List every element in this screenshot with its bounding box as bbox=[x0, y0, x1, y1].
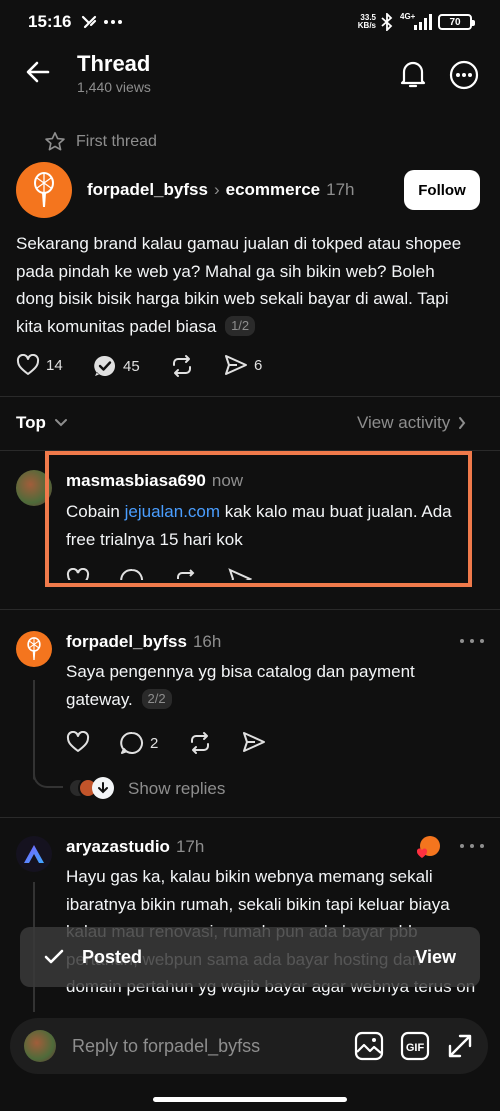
like-button[interactable] bbox=[66, 731, 90, 753]
share-button[interactable] bbox=[242, 731, 266, 753]
repost-icon bbox=[191, 732, 209, 754]
reply-author-line: aryazastudio 17h bbox=[66, 837, 204, 857]
divider bbox=[0, 396, 500, 397]
comment-icon bbox=[120, 731, 143, 754]
reply-text: Saya pengennya yg bisa catalog dan payme… bbox=[66, 662, 415, 709]
reply-input[interactable]: Reply to forpadel_byfss bbox=[72, 1036, 354, 1057]
reply-button[interactable]: 45 bbox=[93, 354, 140, 378]
chevron-right-icon: › bbox=[213, 180, 220, 199]
follow-button[interactable]: Follow bbox=[404, 170, 480, 210]
post-author-line: forpadel_byfss › ecommerce 17h bbox=[87, 180, 355, 200]
repost-icon bbox=[173, 355, 191, 377]
reply-time: 17h bbox=[175, 837, 205, 856]
reply-avatar[interactable] bbox=[16, 836, 52, 872]
reply-composer[interactable]: Reply to forpadel_byfss GIF bbox=[10, 1018, 488, 1074]
divider bbox=[0, 609, 500, 610]
reply-button[interactable]: 2 bbox=[120, 731, 158, 755]
gif-icon[interactable]: GIF bbox=[400, 1031, 430, 1061]
heart-icon bbox=[16, 354, 40, 375]
reply-username[interactable]: aryazastudio bbox=[66, 837, 170, 856]
reply-pager: 2/2 bbox=[141, 688, 172, 709]
community-link[interactable]: ecommerce bbox=[226, 180, 321, 199]
reply-author-line: forpadel_byfss 16h bbox=[66, 632, 221, 652]
page-title: Thread bbox=[77, 51, 151, 76]
sort-dropdown[interactable]: Top bbox=[16, 413, 68, 433]
arrow-down-icon bbox=[92, 777, 114, 799]
more-options-icon[interactable] bbox=[449, 60, 479, 90]
sort-label: Top bbox=[16, 413, 46, 432]
chevron-down-icon bbox=[54, 419, 67, 427]
show-replies-avatars[interactable] bbox=[68, 777, 116, 799]
battery-indicator: 70 bbox=[438, 14, 475, 30]
reply-avatar[interactable] bbox=[16, 631, 52, 667]
thread-curve bbox=[33, 750, 63, 788]
more-notifications-icon bbox=[104, 20, 122, 24]
like-count: 14 bbox=[46, 356, 63, 374]
app-notification-icon bbox=[81, 15, 97, 29]
expand-icon[interactable] bbox=[446, 1032, 474, 1060]
reply-count: 2 bbox=[150, 734, 159, 752]
send-icon bbox=[243, 732, 265, 752]
bell-icon[interactable] bbox=[399, 59, 427, 89]
share-count: 6 bbox=[254, 356, 263, 374]
author-avatar[interactable] bbox=[16, 162, 72, 218]
view-activity-link[interactable]: View activity bbox=[357, 413, 466, 433]
home-indicator[interactable] bbox=[153, 1097, 347, 1102]
signal-icon bbox=[414, 14, 432, 30]
more-options-icon[interactable] bbox=[460, 844, 484, 848]
highlight-box bbox=[45, 451, 472, 587]
reply-username[interactable]: forpadel_byfss bbox=[66, 632, 187, 651]
heart-filled-icon bbox=[416, 848, 428, 858]
heart-icon bbox=[66, 731, 90, 752]
author-liked-badge bbox=[416, 836, 440, 860]
toast-view-button[interactable]: View bbox=[415, 947, 456, 968]
padel-logo-icon bbox=[34, 172, 54, 207]
share-button[interactable]: 6 bbox=[224, 354, 262, 376]
post-body: Sekarang brand kalau gamau jualan di tok… bbox=[16, 230, 466, 340]
show-replies-link[interactable]: Show replies bbox=[128, 779, 225, 799]
aryaza-logo-icon bbox=[24, 845, 44, 863]
reply-count: 45 bbox=[123, 357, 140, 375]
toast-message: Posted bbox=[82, 946, 143, 967]
padel-logo-icon bbox=[27, 637, 41, 661]
image-icon[interactable] bbox=[354, 1031, 384, 1061]
view-activity-label: View activity bbox=[357, 413, 451, 432]
status-time: 15:16 bbox=[28, 12, 72, 31]
post-pager: 1/2 bbox=[225, 315, 256, 336]
replied-check-icon bbox=[94, 355, 115, 376]
svg-text:GIF: GIF bbox=[406, 1042, 425, 1054]
like-button[interactable]: 14 bbox=[16, 354, 63, 376]
reply-time: 16h bbox=[192, 632, 222, 651]
posted-toast: Posted View bbox=[20, 927, 480, 987]
net-speed: 33.5 KB/s bbox=[357, 13, 376, 30]
back-arrow-icon[interactable] bbox=[26, 61, 50, 83]
star-icon bbox=[45, 132, 65, 151]
author-username[interactable]: forpadel_byfss bbox=[87, 180, 208, 199]
bluetooth-icon bbox=[381, 13, 393, 31]
checkmark-icon bbox=[44, 949, 64, 964]
first-thread-label: First thread bbox=[76, 133, 157, 150]
send-icon bbox=[225, 355, 247, 375]
view-count: 1,440 views bbox=[77, 79, 151, 95]
post-time: 17h bbox=[326, 180, 355, 199]
repost-button[interactable] bbox=[170, 354, 194, 378]
chevron-right-icon bbox=[459, 417, 466, 429]
user-avatar bbox=[24, 1030, 56, 1062]
more-options-icon[interactable] bbox=[460, 639, 484, 643]
reply-body: Saya pengennya yg bisa catalog dan payme… bbox=[66, 658, 466, 713]
repost-button[interactable] bbox=[188, 731, 212, 755]
status-bar: 15:16 33.5 KB/s 4G+ 70 bbox=[0, 0, 500, 44]
divider bbox=[0, 817, 500, 818]
